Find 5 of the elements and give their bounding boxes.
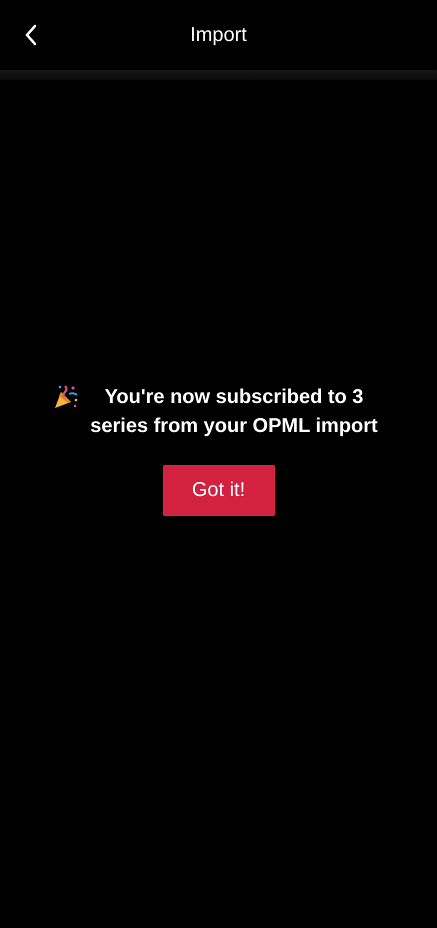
party-popper-icon (53, 384, 79, 410)
success-message: You're now subscribed to 3 series from your OPML import (89, 384, 379, 438)
got-it-button[interactable]: Got it! (162, 464, 274, 516)
back-icon (24, 24, 38, 46)
screen-title: Import (190, 24, 247, 46)
